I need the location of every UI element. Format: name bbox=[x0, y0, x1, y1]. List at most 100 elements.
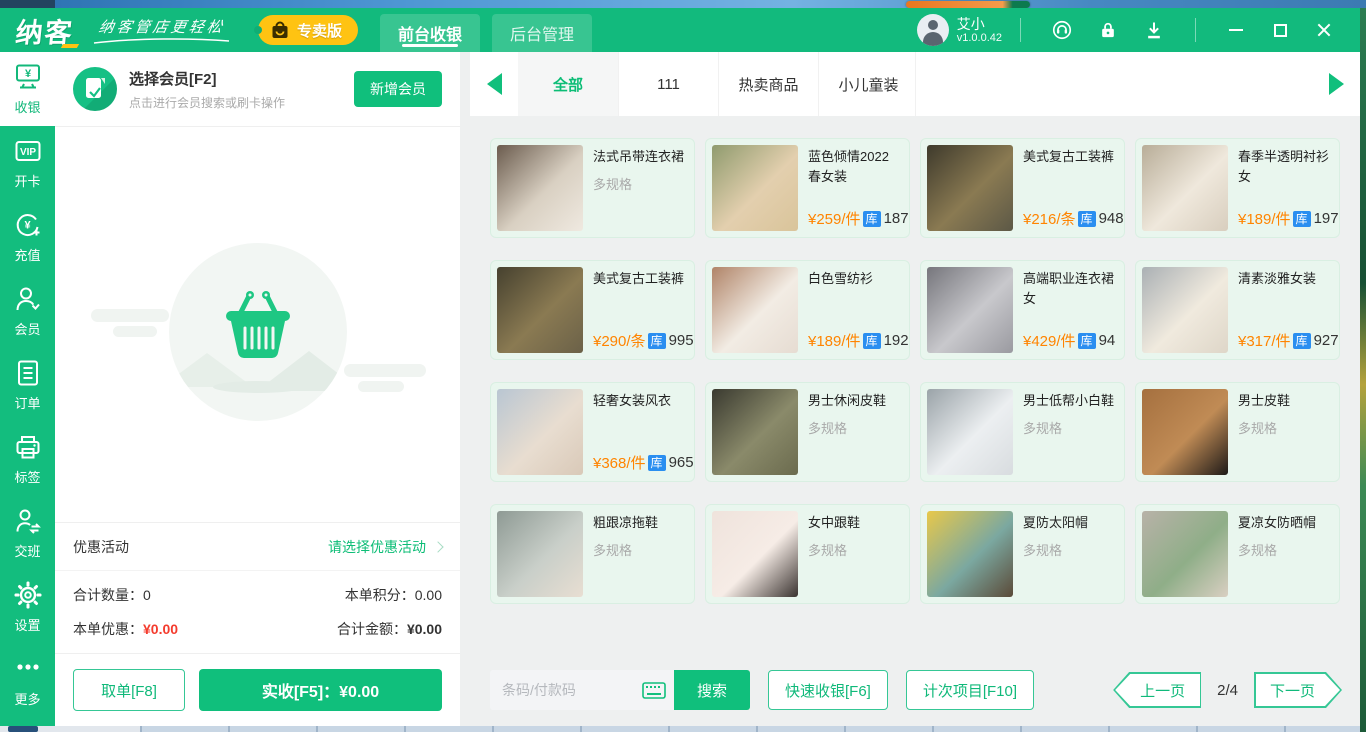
category-tab[interactable]: 全部 bbox=[518, 52, 618, 116]
stock-badge: 库 bbox=[648, 333, 666, 349]
cloud-decoration bbox=[344, 364, 426, 377]
product-stock: 197 bbox=[1314, 210, 1339, 227]
product-price-row: ¥189/件 库 192 bbox=[808, 330, 901, 351]
product-card[interactable]: 男士皮鞋 多规格 bbox=[1135, 382, 1340, 482]
category-scroll-right[interactable] bbox=[1312, 52, 1360, 116]
product-stock: 927 bbox=[1314, 332, 1339, 349]
divider bbox=[1195, 18, 1196, 42]
arrow-left-icon bbox=[487, 73, 502, 95]
nav-item-members[interactable]: 会员 bbox=[0, 274, 55, 348]
product-image bbox=[497, 145, 583, 231]
product-card[interactable]: 粗跟凉拖鞋 多规格 bbox=[490, 504, 695, 604]
product-price-row: ¥189/件 库 197 bbox=[1238, 208, 1331, 229]
product-card[interactable]: 美式复古工装裤 ¥290/条 库 995 bbox=[490, 260, 695, 360]
product-card[interactable]: 春季半透明衬衫女 ¥189/件 库 197 bbox=[1135, 138, 1340, 238]
divider bbox=[1020, 18, 1021, 42]
window-controls bbox=[1214, 13, 1346, 47]
next-page-button[interactable]: 下一页 bbox=[1254, 672, 1342, 708]
nav-item-recharge[interactable]: ¥ 充值 bbox=[0, 200, 55, 274]
total-qty: 合计数量：0 bbox=[73, 585, 151, 605]
product-name: 女中跟鞋 bbox=[808, 513, 901, 533]
product-spec: 多规格 bbox=[808, 540, 901, 559]
prev-page-button[interactable]: 上一页 bbox=[1113, 672, 1201, 708]
product-card[interactable]: 女中跟鞋 多规格 bbox=[705, 504, 910, 604]
product-card[interactable]: 清素淡雅女装 ¥317/件 库 927 bbox=[1135, 260, 1340, 360]
product-price-row: ¥368/件 库 965 bbox=[593, 452, 686, 473]
product-name: 白色雪纺衫 bbox=[808, 269, 901, 289]
product-name: 法式吊带连衣裙 bbox=[593, 147, 686, 167]
hold-order-button[interactable]: 取单[F8] bbox=[73, 669, 185, 711]
support-icon[interactable] bbox=[1051, 19, 1073, 41]
counting-item-button[interactable]: 计次项目[F10] bbox=[906, 670, 1034, 710]
slogan-swoosh bbox=[92, 37, 232, 45]
nav-item-shift[interactable]: 交班 bbox=[0, 496, 55, 570]
nav-item-cashier[interactable]: ¥ 收银 bbox=[0, 52, 55, 126]
product-card[interactable]: 白色雪纺衫 ¥189/件 库 192 bbox=[705, 260, 910, 360]
settings-gear-icon bbox=[13, 580, 43, 610]
product-card[interactable]: 男士低帮小白鞋 多规格 bbox=[920, 382, 1125, 482]
product-spec: 多规格 bbox=[593, 174, 686, 193]
promo-label: 优惠活动 bbox=[73, 537, 129, 557]
checkout-button[interactable]: 实收[F5]：¥0.00 bbox=[199, 669, 442, 711]
lock-icon[interactable] bbox=[1097, 19, 1119, 41]
catalog-bottom-bar: 搜索 快速收银[F6] 计次项目[F10] 上一页 2/4 下一页 bbox=[470, 662, 1360, 726]
taskbar-strip bbox=[0, 726, 1360, 732]
maximize-button[interactable] bbox=[1258, 13, 1302, 47]
product-name: 男士休闲皮鞋 bbox=[808, 391, 901, 411]
stock-badge: 库 bbox=[648, 455, 666, 471]
product-name: 夏防太阳帽 bbox=[1023, 513, 1116, 533]
member-card-icon bbox=[73, 67, 117, 111]
category-tab[interactable]: 热卖商品 bbox=[718, 52, 818, 116]
member-select-header[interactable]: 选择会员[F2] 点击进行会员搜索或刷卡操作 新增会员 bbox=[55, 52, 460, 127]
barcode-search-group: 搜索 bbox=[490, 670, 750, 710]
order-totals: 合计数量：0 本单积分：0.00 本单优惠：¥0.00 合计金额：¥0.00 bbox=[55, 570, 460, 653]
stock-badge: 库 bbox=[1078, 333, 1096, 349]
product-image bbox=[712, 389, 798, 475]
product-catalog: 全部 111 热卖商品 小儿童装 精品男装 时尚女装 鞋帽配饰 套餐商品 法式吊… bbox=[470, 52, 1360, 726]
product-name: 清素淡雅女装 bbox=[1238, 269, 1331, 289]
product-card[interactable]: 轻奢女装风衣 ¥368/件 库 965 bbox=[490, 382, 695, 482]
add-member-button[interactable]: 新增会员 bbox=[354, 71, 442, 107]
user-meta: 艾小 v1.0.0.42 bbox=[957, 16, 1002, 45]
total-amount: 合计金额：¥0.00 bbox=[337, 619, 442, 639]
nav-item-open-card[interactable]: VIP 开卡 bbox=[0, 126, 55, 200]
promo-select-link[interactable]: 请选择优惠活动 bbox=[328, 537, 442, 557]
product-card[interactable]: 男士休闲皮鞋 多规格 bbox=[705, 382, 910, 482]
nav-item-more[interactable]: 更多 bbox=[0, 644, 55, 718]
member-select-title: 选择会员[F2] bbox=[129, 68, 285, 89]
shopping-bag-icon bbox=[270, 20, 290, 40]
product-card[interactable]: 美式复古工装裤 ¥216/条 库 948 bbox=[920, 138, 1125, 238]
vip-card-icon: VIP bbox=[13, 136, 43, 166]
quick-cashier-button[interactable]: 快速收银[F6] bbox=[768, 670, 888, 710]
product-grid: 法式吊带连衣裙 多规格 蓝色倾情2022春女装 ¥259/件 库 187 美式复… bbox=[470, 116, 1360, 662]
product-name: 美式复古工装裤 bbox=[1023, 147, 1116, 167]
product-card[interactable]: 夏凉女防晒帽 多规格 bbox=[1135, 504, 1340, 604]
nav-item-settings[interactable]: 设置 bbox=[0, 570, 55, 644]
category-tab[interactable]: 111 bbox=[618, 52, 718, 116]
avatar[interactable] bbox=[917, 14, 949, 46]
download-icon[interactable] bbox=[1143, 19, 1165, 41]
product-card[interactable]: 蓝色倾情2022春女装 ¥259/件 库 187 bbox=[705, 138, 910, 238]
nav-item-orders[interactable]: 订单 bbox=[0, 348, 55, 422]
product-price: ¥429/件 bbox=[1023, 330, 1076, 351]
product-card[interactable]: 法式吊带连衣裙 多规格 bbox=[490, 138, 695, 238]
svg-text:¥: ¥ bbox=[24, 220, 31, 232]
edition-badge: 专卖版 bbox=[258, 15, 358, 45]
product-price: ¥216/条 bbox=[1023, 208, 1076, 229]
taskbar-start-button bbox=[8, 726, 38, 732]
close-button[interactable] bbox=[1302, 13, 1346, 47]
product-name: 蓝色倾情2022春女装 bbox=[808, 147, 901, 187]
search-button[interactable]: 搜索 bbox=[674, 670, 750, 710]
product-card[interactable]: 夏防太阳帽 多规格 bbox=[920, 504, 1125, 604]
product-image bbox=[927, 267, 1013, 353]
tab-front-cashier[interactable]: 前台收银 bbox=[380, 14, 480, 52]
product-spec: 多规格 bbox=[1023, 418, 1116, 437]
product-card[interactable]: 高端职业连衣裙女 ¥429/件 库 94 bbox=[920, 260, 1125, 360]
category-tab[interactable]: 小儿童装 bbox=[818, 52, 915, 116]
product-price-row: ¥429/件 库 94 bbox=[1023, 330, 1116, 351]
nav-item-labels[interactable]: 标签 bbox=[0, 422, 55, 496]
member-select-titles: 选择会员[F2] 点击进行会员搜索或刷卡操作 bbox=[129, 68, 285, 111]
tab-backend-admin[interactable]: 后台管理 bbox=[492, 14, 592, 52]
category-scroll-left[interactable] bbox=[470, 52, 518, 116]
minimize-button[interactable] bbox=[1214, 13, 1258, 47]
